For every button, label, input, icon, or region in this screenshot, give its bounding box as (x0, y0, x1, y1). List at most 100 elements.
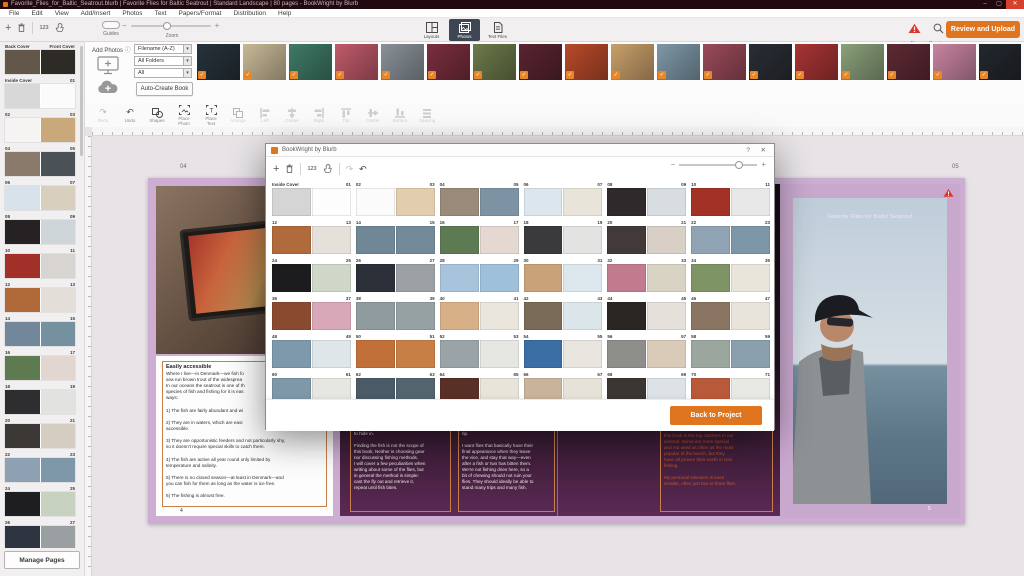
page-thumbnail[interactable] (647, 302, 686, 330)
add-from-computer-button[interactable] (97, 56, 119, 80)
overview-spread-thumbnail[interactable] (356, 188, 435, 216)
overview-spread-thumbnail[interactable] (272, 188, 351, 216)
menu-help[interactable]: Help (272, 10, 297, 17)
page-thumbnail[interactable] (480, 302, 519, 330)
page-thumbnail[interactable] (5, 322, 40, 346)
page-thumbnail[interactable] (272, 264, 311, 292)
overview-spread-thumbnail[interactable] (607, 340, 686, 368)
overview-spread-thumbnail[interactable] (440, 340, 519, 368)
overview-spread[interactable]: 3031 (524, 257, 603, 292)
spread-thumbnail[interactable] (5, 84, 75, 108)
page-thumbnail[interactable] (647, 264, 686, 292)
page-thumbnail[interactable] (5, 84, 40, 108)
page-thumbnail[interactable] (731, 226, 770, 254)
page-thumbnail[interactable] (356, 226, 395, 254)
photo-thumbnail[interactable]: ✓ (749, 44, 792, 80)
overview-spread[interactable]: 2021 (607, 219, 686, 254)
sidebar-spread[interactable]: 2627 (5, 520, 75, 548)
add-page-icon[interactable]: + (273, 164, 279, 174)
sort-select[interactable]: Filename (A-Z) ▾ (134, 44, 192, 54)
overview-spread-thumbnail[interactable] (440, 226, 519, 254)
photo-thumbnail[interactable]: ✓ (979, 44, 1021, 80)
sidebar-spread[interactable]: 2021 (5, 418, 75, 448)
menu-text[interactable]: Text (149, 10, 173, 17)
dark-text-box-2[interactable]: rip. I want flies that basically have th… (458, 428, 555, 512)
overview-spread[interactable]: 7071 (691, 371, 770, 399)
overview-spread-thumbnail[interactable] (691, 378, 770, 399)
page-thumbnail[interactable] (41, 526, 76, 548)
menu-distribution[interactable]: Distribution (227, 10, 272, 17)
overview-spread[interactable]: 1819 (524, 219, 603, 254)
menu-view[interactable]: View (49, 10, 75, 17)
sidebar-spread[interactable]: 0809 (5, 214, 75, 244)
page-thumbnail[interactable] (440, 264, 479, 292)
page-thumbnail[interactable] (356, 302, 395, 330)
sidebar-spread[interactable]: 0203 (5, 112, 75, 142)
overview-spread[interactable]: 6061 (272, 371, 351, 399)
spread-thumbnail[interactable] (5, 220, 75, 244)
photo-thumbnail[interactable]: ✓ (427, 44, 470, 80)
page-thumbnail[interactable] (691, 340, 730, 368)
spread-thumbnail[interactable] (5, 424, 75, 448)
menu-photos[interactable]: Photos (116, 10, 148, 17)
overview-spread[interactable]: 6465 (440, 371, 519, 399)
page-thumbnail[interactable] (563, 264, 602, 292)
dark-text-box-1[interactable]: to hide in. Finding the fish is not the … (350, 428, 451, 512)
spread-thumbnail[interactable] (5, 526, 75, 548)
overview-spread[interactable]: 3839 (356, 295, 435, 330)
page-thumbnail[interactable] (5, 118, 40, 142)
page-thumbnail[interactable] (731, 340, 770, 368)
sidebar-spread[interactable]: Inside Cover01 (5, 78, 75, 108)
dialog-help-button[interactable]: ? (746, 144, 750, 157)
page-thumbnail[interactable] (480, 340, 519, 368)
page-thumbnail[interactable] (440, 302, 479, 330)
page-thumbnail[interactable] (356, 264, 395, 292)
zoom-in-icon[interactable]: + (761, 161, 766, 169)
page-thumbnail[interactable] (5, 424, 40, 448)
shapes-button[interactable]: Shapes (147, 107, 167, 123)
overview-spread[interactable]: 5859 (691, 333, 770, 368)
overview-spread-thumbnail[interactable] (524, 340, 603, 368)
page-thumbnail[interactable] (691, 264, 730, 292)
overview-spread-thumbnail[interactable] (440, 188, 519, 216)
page-thumbnail[interactable] (312, 188, 351, 216)
trash-icon[interactable] (285, 164, 294, 174)
page-thumbnail[interactable] (647, 378, 686, 399)
sidebar-spread[interactable]: 1617 (5, 350, 75, 380)
fisherman-photo[interactable]: Favorite Flies for Baltic Seatrout (793, 198, 947, 504)
photo-thumbnail[interactable]: ✓ (795, 44, 838, 80)
page-thumbnail[interactable] (312, 302, 351, 330)
page-thumbnail[interactable] (396, 378, 435, 399)
page-thumbnail[interactable] (41, 220, 76, 244)
overview-spread[interactable]: 4445 (607, 295, 686, 330)
page-thumbnail[interactable] (691, 188, 730, 216)
overview-spread[interactable]: 2223 (691, 219, 770, 254)
page-thumbnail[interactable] (563, 188, 602, 216)
page-thumbnail[interactable] (396, 302, 435, 330)
page-thumbnail[interactable] (480, 264, 519, 292)
page-thumbnail[interactable] (607, 264, 646, 292)
photo-thumbnail[interactable]: ✓ (335, 44, 378, 80)
overview-spread-thumbnail[interactable] (607, 226, 686, 254)
overview-spread-thumbnail[interactable] (524, 188, 603, 216)
photo-thumbnail[interactable]: ✓ (703, 44, 746, 80)
photo-thumbnail[interactable]: ✓ (611, 44, 654, 80)
photo-thumbnail[interactable]: ✓ (933, 44, 976, 80)
sidebar-spread[interactable]: 2223 (5, 452, 75, 482)
page-thumbnail[interactable] (524, 340, 563, 368)
page-thumbnail[interactable] (5, 186, 40, 210)
overview-spread[interactable]: 0203 (356, 181, 435, 216)
photo-thumbnail[interactable]: ✓ (887, 44, 930, 80)
dialog-zoom-knob[interactable] (735, 161, 743, 169)
overview-spread-thumbnail[interactable] (524, 226, 603, 254)
overview-spread-thumbnail[interactable] (272, 378, 351, 399)
zoom-out-icon[interactable]: − (122, 22, 127, 30)
sidebar-spread[interactable]: 1213 (5, 282, 75, 312)
overview-spread[interactable]: 1213 (272, 219, 351, 254)
zoom-slider-knob[interactable] (163, 22, 171, 30)
overview-spread[interactable]: 3233 (607, 257, 686, 292)
page-thumbnail[interactable] (731, 302, 770, 330)
page5[interactable]: Favorite Flies for Baltic Seatrout 5 (780, 184, 960, 518)
page-thumbnail[interactable] (563, 340, 602, 368)
overview-spread[interactable]: 5253 (440, 333, 519, 368)
